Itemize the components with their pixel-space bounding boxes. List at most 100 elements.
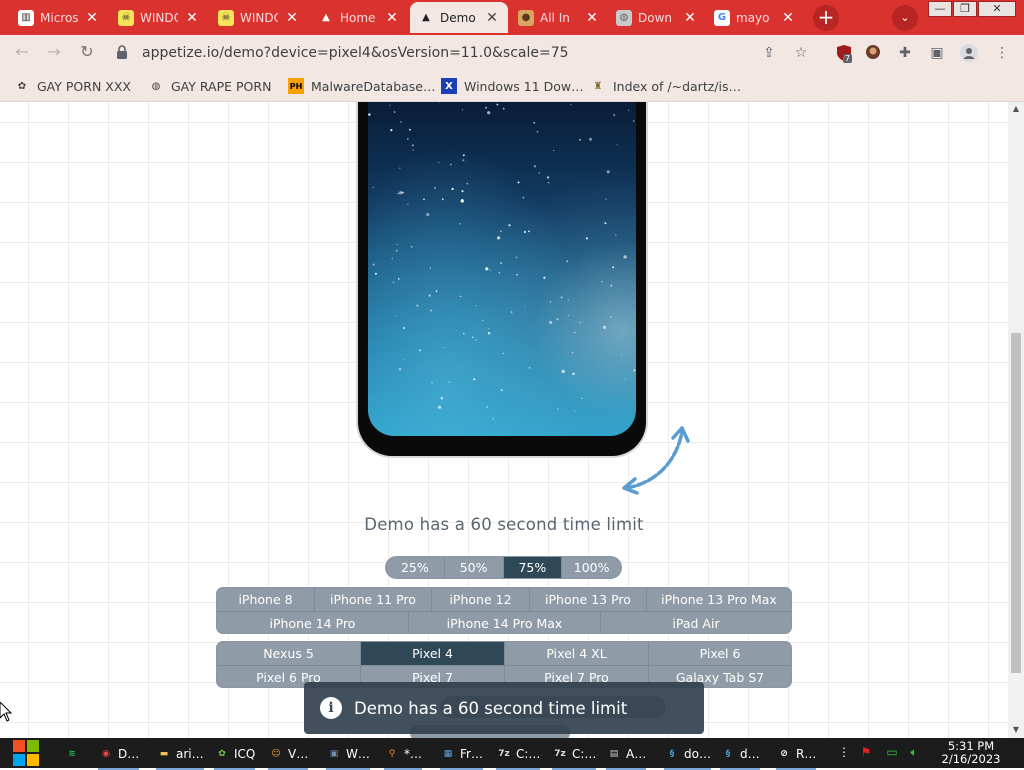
forward-arrow-icon[interactable]: → (44, 42, 64, 62)
tab-title: WINDO (140, 11, 178, 25)
device-option[interactable]: iPhone 13 Pro (530, 588, 647, 611)
side-panel-icon[interactable]: ▣ (928, 44, 946, 62)
windows-taskbar: ≋◉D…▬ari…✿ICQ☺V…▣W…⚲*…▦Fr…7zC:…7zC:…▤A…§… (0, 738, 1024, 768)
close-tab-icon[interactable]: ✕ (184, 10, 200, 26)
url-text[interactable]: appetize.io/demo?device=pixel4&osVersion… (142, 45, 569, 61)
browser-tab-1[interactable]: ▥Micros✕ (10, 2, 108, 33)
share-icon[interactable]: ⇪ (760, 44, 778, 62)
reload-icon[interactable]: ↻ (77, 42, 97, 62)
taskbar-app-label: d… (740, 747, 760, 761)
browser-tab-2[interactable]: ☠ WINDO ✕ (110, 2, 208, 33)
taskbar-app-label: R… (796, 747, 816, 761)
bookmark-4[interactable]: XWindows 11 Dow… (441, 77, 584, 95)
browser-tab-5[interactable]: ▲Demo✕ (410, 2, 508, 33)
overflow-dots-icon[interactable]: ⋮ (836, 745, 852, 761)
zoom-option[interactable]: 75% (504, 557, 563, 578)
system-clock[interactable]: 5:31 PM 2/16/2023 (938, 740, 1004, 766)
device-option[interactable]: iPhone 14 Pro Max (409, 612, 601, 634)
close-tab-icon[interactable]: ✕ (384, 10, 400, 26)
close-tab-icon[interactable]: ✕ (84, 10, 100, 26)
lock-icon[interactable] (116, 45, 128, 59)
scrollbar-thumb[interactable] (1011, 333, 1021, 673)
zoom-option[interactable]: 25% (386, 557, 445, 578)
taskbar-app-9[interactable]: 7zC:… (496, 742, 540, 766)
browser-tab-6[interactable]: ●All In✕ (510, 2, 608, 33)
zoom-option[interactable]: 50% (445, 557, 504, 578)
restore-button[interactable]: ❐ (953, 1, 977, 17)
clock-date: 2/16/2023 (938, 753, 1004, 766)
script-icon: § (720, 746, 736, 762)
taskbar-app-7[interactable]: ⚲*… (384, 742, 422, 766)
user-app-icon: ☺ (268, 746, 284, 762)
taskbar-app-8[interactable]: ▦ Fr… (440, 742, 483, 766)
taskbar-app-5[interactable]: ☺ V… (268, 742, 308, 766)
profile-icon[interactable] (958, 44, 980, 62)
device-option[interactable]: Pixel 6 (649, 642, 791, 665)
device-option[interactable]: iPhone 8 (217, 588, 315, 611)
taskbar-app-label: ari… (176, 747, 204, 761)
browser-tab-7[interactable]: ◍Down✕ (608, 2, 706, 33)
device-option[interactable]: Pixel 4 XL (505, 642, 649, 665)
bookmark-5[interactable]: ♜Index of /~dartz/is… (590, 77, 741, 95)
taskbar-app-2[interactable]: ◉D… (98, 742, 139, 766)
toast-message: Demo has a 60 second time limit (354, 699, 627, 718)
taskbar-app-11[interactable]: ▤A… (606, 742, 646, 766)
close-tab-icon[interactable]: ✕ (584, 10, 600, 26)
taskbar-app-14[interactable]: ⊘R… (776, 742, 816, 766)
close-tab-icon[interactable]: ✕ (780, 10, 796, 26)
rotate-device-icon[interactable] (618, 422, 694, 496)
7zip-icon: 7z (496, 746, 512, 762)
taskbar-app-13[interactable]: § d… (720, 742, 760, 766)
bookmark-2[interactable]: ◍GAY RAPE PORN (148, 77, 271, 95)
bookmark-1[interactable]: ✿GAY PORN XXX (14, 77, 131, 95)
taskbar-app-10[interactable]: 7zC:… (552, 742, 596, 766)
new-tab-button[interactable]: + (813, 5, 839, 31)
device-frame (356, 102, 648, 458)
device-screen[interactable] (368, 102, 636, 436)
device-option[interactable]: Nexus 5 (217, 642, 361, 665)
pixel-skull-icon: ☠ (118, 10, 134, 26)
bookmark-3[interactable]: PHMalwareDatabase… (288, 77, 436, 95)
volume-icon[interactable]: 🔈︎ (906, 745, 922, 761)
taskbar-app-label: C:… (572, 747, 596, 761)
device-row: iPhone 14 ProiPhone 14 Pro MaxiPad Air (217, 611, 791, 634)
zoom-option[interactable]: 100% (562, 557, 621, 578)
network-icon[interactable]: ▭ (884, 745, 900, 761)
photo-app-icon: ▦ (440, 746, 456, 762)
extension-avatar-icon[interactable] (864, 44, 882, 62)
taskbar-app-12[interactable]: §do… (664, 742, 711, 766)
bookmark-star-icon[interactable]: ☆ (792, 44, 810, 62)
device-option[interactable]: iPad Air (601, 612, 791, 634)
extensions-puzzle-icon[interactable]: ✚ (896, 44, 914, 62)
browser-tab-8[interactable]: Gmayo✕ (706, 2, 804, 33)
menu-kebab-icon[interactable]: ⋮ (993, 44, 1011, 62)
bookmark-label: Windows 11 Dow… (464, 79, 584, 94)
back-arrow-icon[interactable]: ← (12, 42, 32, 62)
device-option[interactable]: iPhone 11 Pro (315, 588, 432, 611)
taskbar-app-3[interactable]: ▬ari… (156, 742, 204, 766)
close-window-button[interactable]: ✕ (978, 1, 1016, 17)
device-option[interactable]: Pixel 4 (361, 642, 505, 665)
scroll-down-arrow-icon[interactable]: ▼ (1008, 725, 1024, 737)
flag-icon[interactable]: ⚑ (858, 745, 874, 761)
taskbar-app-label: V… (288, 747, 308, 761)
android-device-selector: Nexus 5Pixel 4Pixel 4 XLPixel 6Pixel 6 P… (216, 641, 792, 688)
globe-icon: ◍ (148, 78, 164, 94)
taskbar-app-1[interactable]: ≋ (64, 742, 84, 766)
scroll-up-arrow-icon[interactable]: ▲ (1008, 104, 1024, 116)
device-option[interactable]: iPhone 13 Pro Max (647, 588, 791, 611)
taskbar-app-4[interactable]: ✿ICQ (214, 742, 255, 766)
address-bar[interactable]: appetize.io/demo?device=pixel4&osVersion… (104, 39, 824, 67)
close-tab-icon[interactable]: ✕ (284, 10, 300, 26)
taskbar-app-label: Fr… (460, 747, 483, 761)
browser-tab-3[interactable]: ☠WINDO✕ (210, 2, 308, 33)
device-option[interactable]: iPhone 12 (432, 588, 530, 611)
minimize-button[interactable]: — (928, 1, 952, 17)
device-option[interactable]: iPhone 14 Pro (217, 612, 409, 634)
close-tab-icon[interactable]: ✕ (484, 10, 500, 26)
tab-search-button[interactable]: ⌄ (892, 5, 918, 31)
browser-tab-4[interactable]: ▲Home✕ (310, 2, 408, 33)
close-tab-icon[interactable]: ✕ (682, 10, 698, 26)
taskbar-app-6[interactable]: ▣W… (326, 742, 370, 766)
windows-start-icon[interactable] (10, 738, 42, 768)
